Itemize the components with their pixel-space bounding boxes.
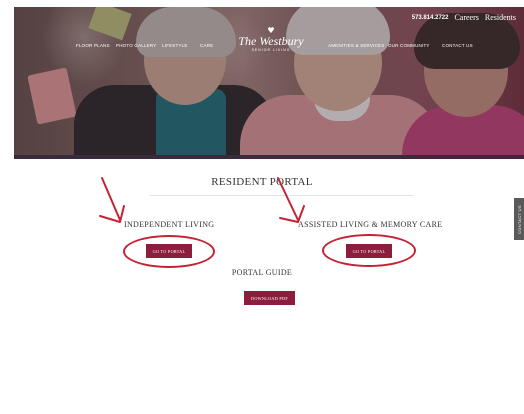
annotation-circle-assisted	[322, 234, 416, 267]
nav-item-lifestyle[interactable]: LIFESTYLE	[162, 43, 188, 48]
top-utility-bar: 573.814.2722 Careers Residents	[412, 13, 516, 22]
side-tab-label: CONTACT US	[516, 204, 522, 234]
phone-link[interactable]: 573.814.2722	[412, 15, 449, 21]
page-title: RESIDENT PORTAL	[211, 176, 313, 188]
nav-item-care[interactable]: CARE	[200, 43, 213, 48]
assisted-living-title: ASSISTED LIVING & MEMORY CARE	[298, 220, 443, 229]
download-pdf-button[interactable]: DOWNLOAD PDF	[244, 291, 295, 305]
independent-living-title: INDEPENDENT LIVING	[124, 220, 215, 229]
annotation-arrow-independent	[99, 177, 125, 223]
nav-item-floor-plans[interactable]: FLOOR PLANS	[76, 43, 110, 48]
annotation-arrow-assisted	[277, 177, 305, 223]
hero-image: 573.814.2722 Careers Residents ♥ The Wes…	[14, 7, 524, 159]
hero-bottom-bar	[14, 155, 524, 159]
nav-item-our-community[interactable]: OUR COMMUNITY	[388, 43, 430, 48]
annotation-circle-independent	[123, 235, 215, 268]
careers-link[interactable]: Careers	[454, 13, 478, 22]
contact-us-side-tab[interactable]: CONTACT US	[514, 198, 524, 240]
nav-item-contact[interactable]: CONTACT US	[442, 43, 473, 48]
nav-item-photo-gallery[interactable]: PHOTO GALLERY	[116, 43, 156, 48]
main-nav: FLOOR PLANS PHOTO GALLERY LIFESTYLE CARE…	[76, 43, 476, 53]
residents-link[interactable]: Residents	[485, 13, 516, 22]
nav-item-amenities[interactable]: AMENITIES & SERVICES	[328, 43, 384, 48]
portal-guide-title: PORTAL GUIDE	[231, 268, 293, 277]
